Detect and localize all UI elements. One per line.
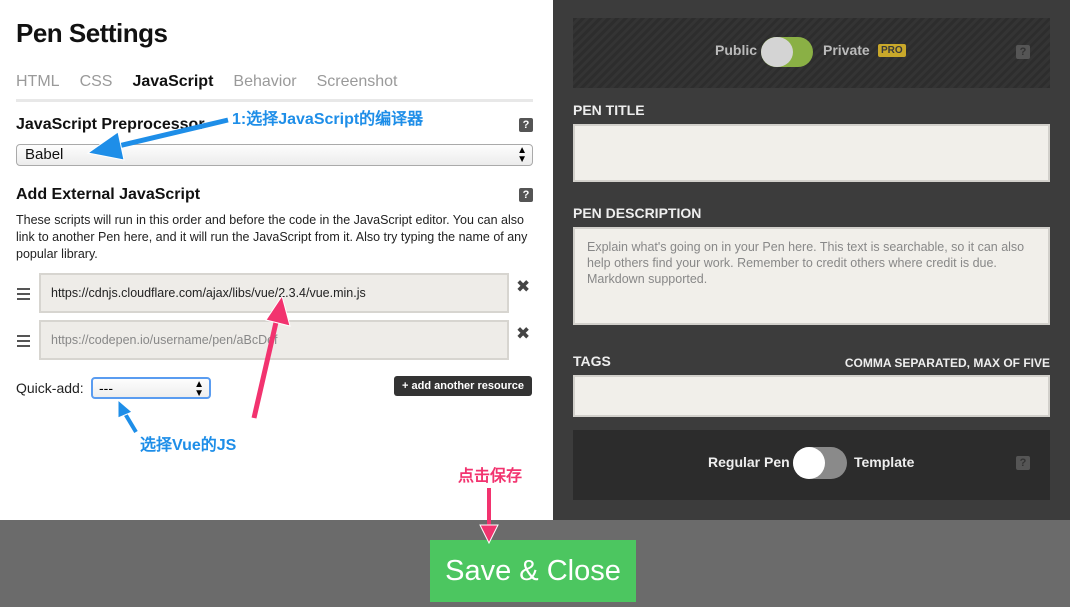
quick-add-value: --- — [99, 380, 113, 396]
tab-css[interactable]: CSS — [80, 73, 113, 91]
public-label: Public — [715, 42, 758, 58]
preprocessor-help-icon[interactable]: ? — [519, 118, 533, 132]
remove-resource-icon[interactable]: ✖ — [516, 324, 530, 344]
private-label: Private — [823, 42, 870, 58]
annotation-step1: 1:选择JavaScript的编译器 — [232, 111, 424, 128]
page-title: Pen Settings — [16, 18, 168, 48]
quick-add-label: Quick-add: — [16, 380, 84, 396]
pen-description-label: PEN DESCRIPTION — [573, 205, 702, 221]
toggle-knob — [793, 447, 825, 479]
add-resource-button[interactable]: + add another resource — [394, 376, 532, 396]
privacy-toggle[interactable] — [761, 37, 813, 67]
quick-add-select[interactable]: --- ▲ ▼ — [91, 377, 211, 399]
remove-resource-icon[interactable]: ✖ — [516, 277, 530, 297]
description-placeholder: Explain what's going on in your Pen here… — [587, 240, 1025, 286]
tags-hint: COMMA SEPARATED, MAX OF FIVE — [844, 356, 1050, 370]
tab-screenshot[interactable]: Screenshot — [317, 73, 398, 91]
template-help-icon[interactable]: ? — [1016, 456, 1030, 470]
pen-details-panel: Public Private PRO ? PEN TITLE PEN DESCR… — [553, 0, 1070, 520]
external-js-label: Add External JavaScript — [16, 186, 201, 203]
drag-handle-icon[interactable] — [17, 288, 30, 303]
visibility-box: Public Private PRO ? — [573, 18, 1050, 88]
resource-input[interactable]: https://codepen.io/username/pen/aBcDef — [39, 320, 509, 360]
save-close-button[interactable]: Save & Close — [430, 540, 636, 602]
pro-badge: PRO — [878, 44, 906, 57]
regular-pen-label: Regular Pen — [708, 454, 790, 470]
template-box: Regular Pen Template ? — [573, 430, 1050, 500]
visibility-help-icon[interactable]: ? — [1016, 45, 1030, 59]
tags-input[interactable] — [573, 375, 1050, 417]
tab-javascript[interactable]: JavaScript — [132, 73, 213, 91]
tab-html[interactable]: HTML — [16, 73, 60, 91]
preprocessor-label: JavaScript Preprocessor — [16, 116, 205, 133]
preprocessor-select-value: Babel — [25, 146, 64, 163]
external-js-description: These scripts will run in this order and… — [16, 213, 528, 261]
pen-title-label: PEN TITLE — [573, 102, 645, 118]
resource-input[interactable]: https://cdnjs.cloudflare.com/ajax/libs/v… — [39, 273, 509, 313]
toggle-knob — [761, 37, 793, 67]
drag-handle-icon[interactable] — [17, 335, 30, 350]
template-toggle[interactable] — [793, 447, 847, 479]
settings-tabs: HTML CSS JavaScript Behavior Screenshot — [16, 60, 533, 102]
preprocessor-select[interactable]: Babel ▲ ▼ — [16, 144, 533, 166]
pen-description-textarea[interactable]: Explain what's going on in your Pen here… — [573, 227, 1050, 325]
template-label: Template — [854, 454, 915, 470]
pen-title-input[interactable] — [573, 124, 1050, 182]
annotation-click-save: 点击保存 — [458, 468, 523, 485]
annotation-choose-vue: 选择Vue的JS — [140, 437, 237, 454]
select-arrows-icon: ▲ ▼ — [194, 379, 204, 399]
tags-label: TAGS — [573, 353, 611, 369]
tab-behavior[interactable]: Behavior — [233, 73, 296, 91]
external-js-help-icon[interactable]: ? — [519, 188, 533, 202]
select-arrows-icon: ▲ ▼ — [517, 145, 527, 165]
